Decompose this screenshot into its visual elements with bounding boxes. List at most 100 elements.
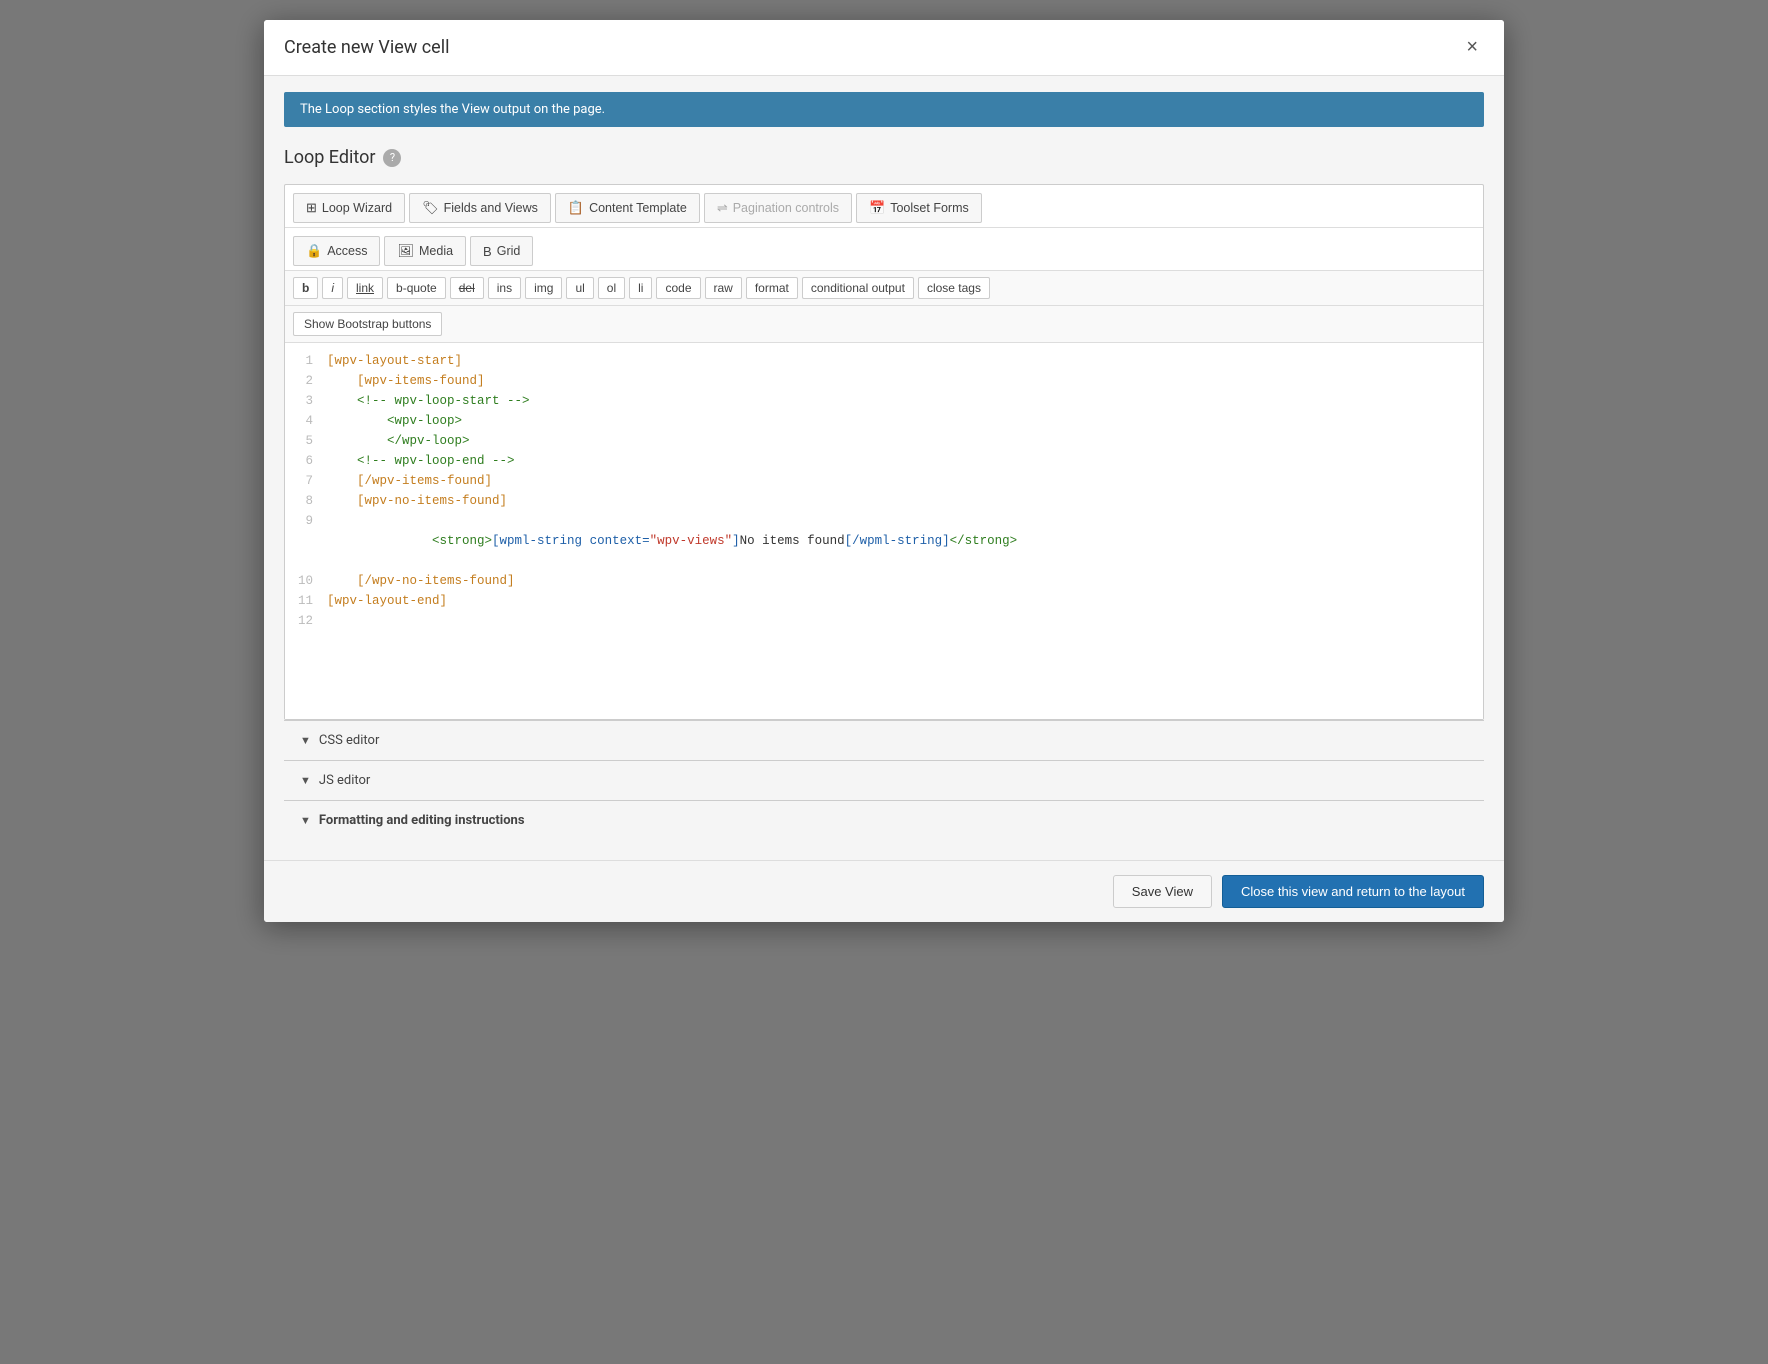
line-content-6: <!-- wpv-loop-end --> — [327, 451, 1483, 471]
code-line-11: 11 [wpv-layout-end] — [285, 591, 1483, 611]
line-content-12 — [327, 611, 1483, 631]
code-line-8: 8 [wpv-no-items-found] — [285, 491, 1483, 511]
line-num-11: 11 — [285, 591, 327, 611]
save-view-button[interactable]: Save View — [1113, 875, 1212, 908]
code-empty-space — [285, 631, 1483, 711]
toolbar-img[interactable]: img — [525, 277, 562, 299]
toolbar-bquote[interactable]: b-quote — [387, 277, 446, 299]
line-content-3: <!-- wpv-loop-start --> — [327, 391, 1483, 411]
css-editor-section[interactable]: ▼ CSS editor — [284, 720, 1484, 760]
editor-container: ⊞ Loop Wizard 🏷 Fields and Views 📋 Conte… — [284, 184, 1484, 720]
toolbar-conditional-output[interactable]: conditional output — [802, 277, 914, 299]
js-editor-label: JS editor — [319, 773, 370, 788]
line-num-10: 10 — [285, 571, 327, 591]
css-arrow-icon: ▼ — [300, 734, 311, 747]
toolbar-del[interactable]: del — [450, 277, 484, 299]
line-content-11: [wpv-layout-end] — [327, 591, 1483, 611]
code-line-6: 6 <!-- wpv-loop-end --> — [285, 451, 1483, 471]
line-content-10: [/wpv-no-items-found] — [327, 571, 1483, 591]
formatting-section[interactable]: ▼ Formatting and editing instructions — [284, 800, 1484, 840]
code-line-9: 9 <strong>[wpml-string context="wpv-view… — [285, 511, 1483, 571]
bottom-padding — [264, 840, 1504, 860]
tab-fields-views-label: Fields and Views — [444, 201, 538, 215]
toolbar-li[interactable]: li — [629, 277, 652, 299]
code-line-12: 12 — [285, 611, 1483, 631]
tab-access[interactable]: 🔒 Access — [293, 236, 380, 266]
modal: Create new View cell × The Loop section … — [264, 20, 1504, 922]
tab-toolset-forms-label: Toolset Forms — [890, 201, 969, 215]
tab-media-label: Media — [419, 244, 453, 258]
toolbar-ul[interactable]: ul — [566, 277, 593, 299]
line-num-9: 9 — [285, 511, 327, 531]
line-content-8: [wpv-no-items-found] — [327, 491, 1483, 511]
toolbar-italic[interactable]: i — [322, 277, 343, 299]
tab-loop-wizard[interactable]: ⊞ Loop Wizard — [293, 193, 405, 223]
tab-media[interactable]: 🖼 Media — [384, 236, 466, 266]
info-bar: The Loop section styles the View output … — [284, 92, 1484, 127]
toolbar-bold[interactable]: b — [293, 277, 318, 299]
css-editor-label: CSS editor — [319, 733, 379, 748]
tabs-row-1: ⊞ Loop Wizard 🏷 Fields and Views 📋 Conte… — [285, 185, 1483, 228]
code-editor[interactable]: 1 [wpv-layout-start] 2 [wpv-items-found]… — [285, 343, 1483, 719]
tab-grid-label: Grid — [497, 244, 521, 258]
toolbar-ins[interactable]: ins — [488, 277, 521, 299]
toolbar-ol[interactable]: ol — [598, 277, 625, 299]
arrows-icon: ⇌ — [717, 200, 728, 216]
show-bootstrap-buttons[interactable]: Show Bootstrap buttons — [293, 312, 442, 336]
help-icon[interactable]: ? — [383, 149, 401, 167]
line-num-4: 4 — [285, 411, 327, 431]
css-editor-header[interactable]: ▼ CSS editor — [284, 721, 1484, 760]
line-num-5: 5 — [285, 431, 327, 451]
calendar-icon: 📅 — [869, 200, 885, 216]
toolbar-row: b i link b-quote del ins img ul ol li co… — [285, 271, 1483, 306]
image-icon: 🖼 — [397, 243, 414, 259]
line-content-1: [wpv-layout-start] — [327, 351, 1483, 371]
bootstrap-btn-row: Show Bootstrap buttons — [285, 306, 1483, 343]
code-line-2: 2 [wpv-items-found] — [285, 371, 1483, 391]
tab-grid[interactable]: B Grid — [470, 236, 533, 266]
close-return-button[interactable]: Close this view and return to the layout — [1222, 875, 1484, 908]
modal-overlay: Create new View cell × The Loop section … — [0, 0, 1768, 1364]
modal-body: The Loop section styles the View output … — [264, 76, 1504, 860]
grid-icon: ⊞ — [306, 200, 317, 216]
toolbar-format[interactable]: format — [746, 277, 798, 299]
toolbar-code[interactable]: code — [656, 277, 700, 299]
modal-title: Create new View cell — [284, 37, 449, 58]
code-line-5: 5 </wpv-loop> — [285, 431, 1483, 451]
toolbar-raw[interactable]: raw — [705, 277, 742, 299]
tab-access-label: Access — [327, 244, 367, 258]
tab-content-template[interactable]: 📋 Content Template — [555, 193, 700, 223]
line-num-1: 1 — [285, 351, 327, 371]
line-num-3: 3 — [285, 391, 327, 411]
line-content-4: <wpv-loop> — [327, 411, 1483, 431]
tag-icon: 🏷 — [422, 200, 439, 216]
modal-close-button[interactable]: × — [1460, 34, 1484, 61]
js-editor-section[interactable]: ▼ JS editor — [284, 760, 1484, 800]
toolbar-link[interactable]: link — [347, 277, 383, 299]
tabs-row-2: 🔒 Access 🖼 Media B Grid — [285, 228, 1483, 271]
code-line-4: 4 <wpv-loop> — [285, 411, 1483, 431]
formatting-header[interactable]: ▼ Formatting and editing instructions — [284, 801, 1484, 840]
code-line-10: 10 [/wpv-no-items-found] — [285, 571, 1483, 591]
toolbar-close-tags[interactable]: close tags — [918, 277, 990, 299]
tab-loop-wizard-label: Loop Wizard — [322, 201, 392, 215]
line-num-8: 8 — [285, 491, 327, 511]
line-num-6: 6 — [285, 451, 327, 471]
code-line-1: 1 [wpv-layout-start] — [285, 351, 1483, 371]
modal-header: Create new View cell × — [264, 20, 1504, 76]
line-num-2: 2 — [285, 371, 327, 391]
section-header: Loop Editor ? — [264, 137, 1504, 184]
line-num-12: 12 — [285, 611, 327, 631]
code-line-7: 7 [/wpv-items-found] — [285, 471, 1483, 491]
loop-editor-title: Loop Editor — [284, 147, 375, 168]
code-line-3: 3 <!-- wpv-loop-start --> — [285, 391, 1483, 411]
bootstrap-icon: B — [483, 244, 492, 259]
tab-toolset-forms[interactable]: 📅 Toolset Forms — [856, 193, 982, 223]
tab-fields-and-views[interactable]: 🏷 Fields and Views — [409, 193, 551, 223]
js-editor-header[interactable]: ▼ JS editor — [284, 761, 1484, 800]
js-arrow-icon: ▼ — [300, 774, 311, 787]
tab-pagination-controls: ⇌ Pagination controls — [704, 193, 852, 223]
formatting-label: Formatting and editing instructions — [319, 813, 525, 828]
tab-pagination-label: Pagination controls — [733, 201, 839, 215]
line-content-2: [wpv-items-found] — [327, 371, 1483, 391]
